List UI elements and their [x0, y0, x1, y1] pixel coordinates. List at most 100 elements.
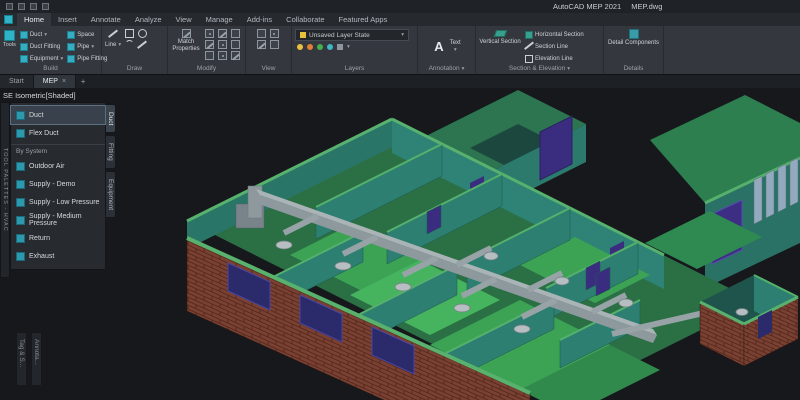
tool-label: Duct	[29, 111, 44, 119]
layer-state-dropdown[interactable]: Unsaved Layer State ▾	[295, 29, 409, 41]
palette-tab-equipment[interactable]: Equipment	[106, 171, 116, 219]
modify-tool-icon[interactable]	[218, 29, 227, 38]
panel-view: View	[246, 26, 292, 74]
palette-tool-supply-low[interactable]: Supply - Low Pressure	[11, 193, 105, 211]
tab-view[interactable]: View	[169, 13, 199, 26]
app-menu-icon[interactable]	[6, 3, 13, 10]
polyline-tool-icon[interactable]	[138, 40, 147, 49]
redo-icon[interactable]	[42, 3, 49, 10]
layer-lock-icon[interactable]	[317, 44, 323, 50]
arc-tool-icon[interactable]	[125, 40, 135, 49]
tool-label: Supply - Low Pressure	[29, 198, 100, 206]
tool-label: Supply - Demo	[29, 180, 76, 188]
glazing-panel	[753, 175, 763, 225]
palette-tab-tag-schedule[interactable]: Tag & S...	[16, 332, 27, 386]
layer-controls: ▾	[295, 44, 350, 50]
tab-collaborate[interactable]: Collaborate	[279, 13, 331, 26]
tools-button[interactable]: Tools	[3, 29, 16, 48]
palette-title-bar[interactable]: TOOL PALETTES - HVAC	[0, 102, 10, 278]
palette-tool-duct[interactable]: Duct	[10, 105, 106, 125]
text-button[interactable]: Text ▾	[450, 40, 461, 53]
palette-tool-flex-duct[interactable]: Flex Duct	[11, 124, 105, 142]
chevron-down-icon: ▾	[91, 43, 95, 50]
modify-tool-icon[interactable]	[231, 40, 240, 49]
layer-freeze-icon[interactable]	[307, 44, 313, 50]
tool-label: Outdoor Air	[29, 162, 65, 170]
tab-addins[interactable]: Add-ins	[240, 13, 279, 26]
vertical-section-button[interactable]: Vertical Section	[479, 29, 521, 46]
tab-annotate[interactable]: Annotate	[84, 13, 128, 26]
match-properties-button[interactable]: Match Properties	[171, 29, 201, 53]
chevron-down-icon: ▾	[347, 44, 350, 50]
tab-home[interactable]: Home	[17, 13, 52, 26]
modify-tool-icon[interactable]	[205, 40, 214, 49]
drawing-canvas[interactable]: SE Isometric[Shaded] TOOL PALETTES - HVA…	[0, 88, 800, 400]
layer-color-icon[interactable]	[327, 44, 333, 50]
viewport-controls[interactable]: SE Isometric[Shaded]	[3, 91, 76, 100]
section-line-button[interactable]: Section Line	[525, 41, 584, 52]
tab-insert[interactable]: Insert	[51, 13, 84, 26]
tool-label: Return	[29, 234, 51, 242]
duct-system-icon	[16, 215, 25, 225]
tab-analyze[interactable]: Analyze	[128, 13, 169, 26]
undo-icon[interactable]	[30, 3, 37, 10]
duct-system-icon	[16, 179, 25, 189]
panel-label-draw[interactable]: Draw	[102, 64, 167, 74]
glazing-panel	[765, 169, 775, 219]
palette-tool-supply-medium[interactable]: Supply - Medium Pressure	[11, 211, 105, 229]
palette-tab-fitting[interactable]: Fitting	[106, 135, 116, 170]
palette-tool-supply-demo[interactable]: Supply - Demo	[11, 175, 105, 193]
palette-tool-outdoor-air[interactable]: Outdoor Air	[11, 157, 105, 175]
app-logo-icon[interactable]	[4, 15, 13, 24]
view-tool-icon[interactable]	[256, 29, 266, 38]
duct-fitting-button[interactable]: Duct Fitting	[19, 41, 63, 52]
view-tool-icon[interactable]	[256, 40, 266, 49]
modify-tool-icon[interactable]	[218, 51, 227, 60]
doc-tab-mep[interactable]: MEP ×	[33, 75, 77, 88]
panel-label-section[interactable]: Section & Elevation ▾	[476, 64, 603, 74]
view-tool-icon[interactable]	[269, 29, 279, 38]
panel-label-modify[interactable]: Modify	[168, 64, 245, 74]
close-icon[interactable]: ×	[62, 75, 66, 88]
layer-on-icon[interactable]	[297, 44, 303, 50]
chevron-down-icon: ▾	[567, 66, 571, 72]
palette-tab-annotation[interactable]: Annota...	[31, 332, 42, 386]
duct-button[interactable]: Duct ▾	[19, 29, 63, 40]
panel-label-layers[interactable]: Layers	[292, 64, 417, 74]
panel-label-details[interactable]: Details	[604, 64, 663, 74]
modify-tool-icon[interactable]	[231, 29, 240, 38]
panel-details: Detail Components Details	[604, 26, 664, 74]
line-button[interactable]: Line ▾	[105, 29, 121, 50]
panel-build: Tools Duct ▾ Duct Fitting Equipment ▾ Sp…	[0, 26, 107, 74]
pipe-fitting-icon	[67, 54, 76, 63]
doc-tab-start[interactable]: Start	[0, 75, 34, 88]
palette-tool-return[interactable]: Return	[11, 229, 105, 247]
rectangle-tool-icon[interactable]	[125, 29, 135, 38]
duct-fitting-icon	[19, 42, 28, 51]
circle-tool-icon[interactable]	[138, 29, 148, 38]
tool-label: Exhaust	[29, 252, 55, 260]
tab-featured-apps[interactable]: Featured Apps	[332, 13, 395, 26]
elevation-line-button[interactable]: Elevation Line	[525, 53, 584, 64]
panel-label-annotation[interactable]: Annotation ▾	[418, 64, 475, 74]
item-label: Section Line	[535, 43, 569, 50]
view-tool-icon[interactable]	[269, 40, 279, 49]
layer-properties-icon[interactable]	[337, 44, 343, 50]
modify-tool-icon[interactable]	[218, 40, 227, 49]
modify-tool-icon[interactable]	[205, 29, 214, 38]
duct-tool-icon	[16, 110, 25, 120]
tool-palette-icon	[3, 30, 15, 41]
new-drawing-button[interactable]: +	[76, 75, 90, 88]
modify-tool-icon[interactable]	[205, 51, 214, 60]
palette-tab-duct[interactable]: Duct	[106, 104, 116, 134]
palette-tool-exhaust[interactable]: Exhaust	[11, 247, 105, 265]
equipment-button[interactable]: Equipment ▾	[19, 53, 63, 64]
tab-manage[interactable]: Manage	[199, 13, 240, 26]
detail-components-button[interactable]: Detail Components	[608, 29, 659, 47]
horizontal-section-button[interactable]: Horizontal Section	[525, 29, 584, 40]
doc-title: MEP.dwg	[631, 2, 663, 11]
modify-tool-icon[interactable]	[231, 51, 240, 60]
save-icon[interactable]	[18, 3, 25, 10]
panel-label-build[interactable]: Build	[0, 64, 101, 74]
panel-label-view[interactable]: View	[246, 64, 291, 74]
